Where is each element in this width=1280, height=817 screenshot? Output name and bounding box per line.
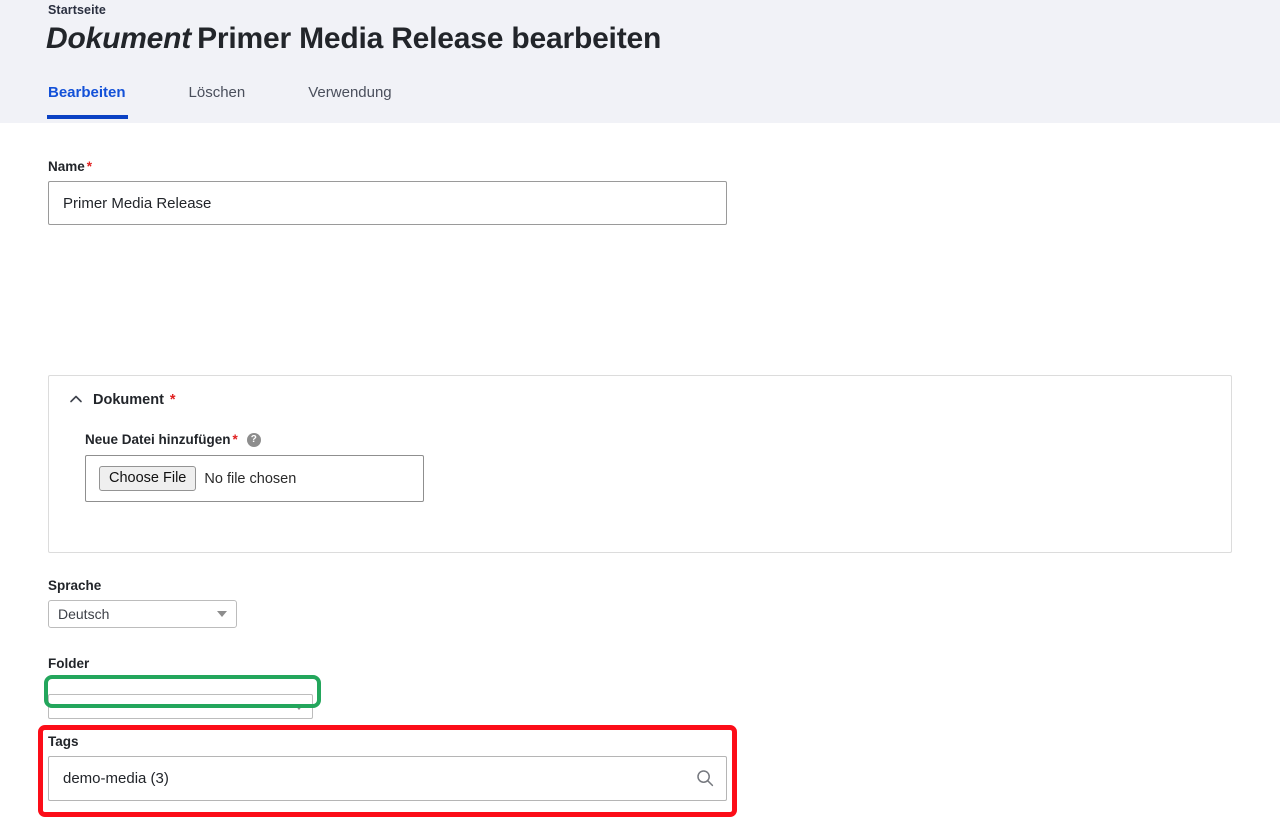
- document-panel-body: Neue Datei hinzufügen * ? Choose File No …: [49, 408, 1231, 502]
- file-input[interactable]: Choose File No file chosen: [85, 455, 424, 502]
- choose-file-button[interactable]: Choose File: [99, 465, 197, 492]
- name-field-group: Name *: [48, 159, 727, 225]
- tab-bearbeiten[interactable]: Bearbeiten: [47, 84, 128, 119]
- tags-field-group: Tags: [38, 725, 737, 817]
- file-label-row: Neue Datei hinzufügen * ?: [85, 432, 1231, 447]
- help-circle-icon[interactable]: ?: [246, 432, 261, 447]
- chevron-down-icon: [217, 611, 227, 617]
- sprache-selected-value: Deutsch: [58, 606, 110, 622]
- name-required-marker: *: [86, 159, 93, 174]
- name-label-text: Name: [48, 159, 85, 174]
- file-status-text: No file chosen: [204, 470, 297, 487]
- page-header: Startseite Dokument Primer Media Release …: [0, 0, 1280, 123]
- chevron-down-icon: [294, 703, 304, 710]
- sprache-label: Sprache: [48, 578, 102, 593]
- tags-input-wrap: [48, 756, 727, 801]
- page-title-kind: Dokument: [46, 22, 192, 55]
- tab-loeschen[interactable]: Löschen: [189, 84, 246, 119]
- file-field-label-text: Neue Datei hinzufügen: [85, 432, 231, 447]
- document-panel-title: Dokument *: [93, 392, 176, 408]
- tab-bar: Bearbeiten Löschen Verwendung: [47, 84, 455, 119]
- page-title: Dokument Primer Media Release bearbeiten: [46, 22, 661, 56]
- tags-input[interactable]: [48, 756, 727, 801]
- file-required-marker: *: [232, 432, 238, 447]
- tags-label: Tags: [48, 734, 79, 749]
- folder-field-group: Folder: [44, 656, 321, 719]
- page-title-rest: Primer Media Release bearbeiten: [197, 22, 662, 55]
- sprache-select[interactable]: Deutsch: [48, 600, 237, 628]
- document-required-marker: *: [169, 392, 176, 408]
- name-input[interactable]: [48, 181, 727, 225]
- document-panel-header[interactable]: Dokument *: [49, 376, 1231, 408]
- breadcrumb[interactable]: Startseite: [48, 3, 106, 17]
- name-label: Name *: [48, 159, 727, 174]
- document-panel-title-text: Dokument: [93, 392, 164, 408]
- tab-verwendung[interactable]: Verwendung: [308, 84, 391, 119]
- document-panel: Dokument * Neue Datei hinzufügen * ? Choos…: [48, 375, 1232, 553]
- file-field-label: Neue Datei hinzufügen *: [85, 432, 238, 447]
- folder-label: Folder: [48, 656, 90, 671]
- sprache-field-group: Sprache Deutsch: [48, 578, 237, 628]
- chevron-up-icon[interactable]: [69, 392, 83, 406]
- folder-select[interactable]: [48, 694, 313, 719]
